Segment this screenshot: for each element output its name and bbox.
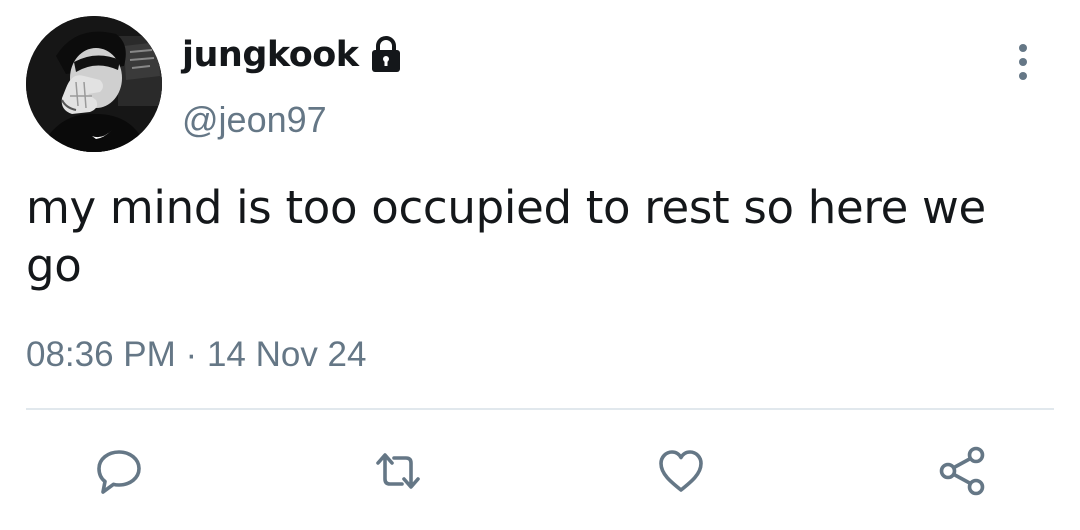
tweet-card: jungkook @jeon97 my mind is too occupied… bbox=[0, 0, 1080, 530]
author-handle[interactable]: @jeon97 bbox=[182, 99, 327, 141]
like-button[interactable] bbox=[653, 443, 709, 499]
more-vertical-icon[interactable] bbox=[1010, 40, 1036, 84]
reply-button[interactable] bbox=[91, 443, 147, 499]
tweet-time: 08:36 PM bbox=[26, 335, 176, 374]
retweet-button[interactable] bbox=[370, 443, 426, 499]
display-name[interactable]: jungkook bbox=[182, 33, 359, 77]
share-button[interactable] bbox=[934, 443, 990, 499]
share-icon bbox=[939, 446, 985, 496]
tweet-date: 14 Nov 24 bbox=[206, 335, 367, 374]
reply-icon bbox=[97, 450, 141, 494]
tweet-timestamp[interactable]: 08:36 PM · 14 Nov 24 bbox=[26, 334, 367, 376]
divider bbox=[26, 408, 1054, 410]
meta-separator: · bbox=[185, 335, 198, 374]
tweet-text: my mind is too occupied to rest so here … bbox=[26, 181, 986, 292]
avatar[interactable] bbox=[26, 16, 162, 152]
avatar-image bbox=[26, 16, 162, 152]
retweet-icon bbox=[376, 453, 420, 489]
lock-icon bbox=[371, 36, 400, 72]
author-name-row: jungkook bbox=[182, 33, 405, 77]
like-icon bbox=[659, 450, 703, 492]
